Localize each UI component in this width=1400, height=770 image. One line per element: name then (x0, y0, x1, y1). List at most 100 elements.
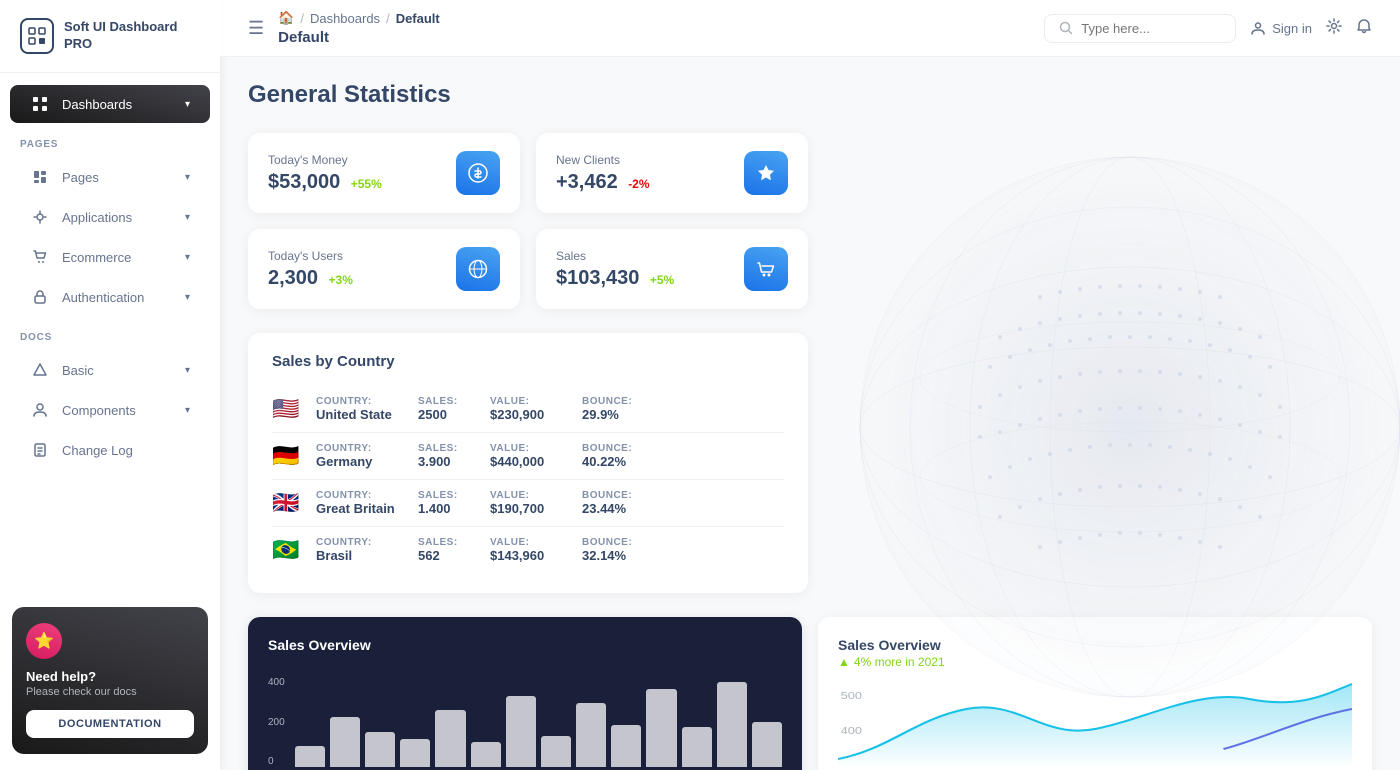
stat-value-users: 2,300 (268, 267, 318, 289)
sidebar-item-ecommerce[interactable]: Ecommerce ▾ (10, 238, 210, 276)
main-area: ☰ 🏠 / Dashboards / Default Default (220, 0, 1400, 770)
stat-badge-clients: -2% (628, 177, 649, 191)
country-row-br: 🇧🇷 Country: Brasil Sales: 562 Value: $14… (272, 527, 784, 573)
sales-by-country-card: Sales by Country 🇺🇸 Country: United Stat… (248, 333, 808, 593)
stat-badge-money: +55% (351, 177, 382, 191)
value-col-br: Value: $143,960 (490, 537, 570, 563)
home-icon[interactable]: 🏠 (278, 10, 294, 26)
user-icon (1250, 20, 1266, 36)
changelog-icon (30, 440, 50, 460)
help-subtitle: Please check our docs (26, 686, 194, 698)
country-row-gb: 🇬🇧 Country: Great Britain Sales: 1.400 V… (272, 480, 784, 527)
chevron-down-icon: ▾ (185, 292, 190, 303)
breadcrumb-separator-2: / (386, 11, 390, 26)
bounce-col-br: Bounce: 32.14% (582, 537, 642, 563)
svg-text:500: 500 (841, 691, 862, 701)
bar-item (682, 727, 712, 767)
sales-value-br: 562 (418, 548, 478, 563)
stat-icon-money (456, 151, 500, 195)
breadcrumb-dashboards[interactable]: Dashboards (310, 11, 380, 26)
stat-icon-clients (744, 151, 788, 195)
flag-de: 🇩🇪 (272, 443, 304, 469)
sidebar-item-changelog[interactable]: Change Log (10, 431, 210, 469)
sidebar: Soft UI Dashboard PRO Dashboards ▾ PAGES (0, 0, 220, 770)
line-chart-subtitle-text: 4% more in 2021 (854, 655, 945, 669)
flag-br: 🇧🇷 (272, 537, 304, 563)
value-amount-us: $230,900 (490, 407, 570, 422)
stat-value-row-sales: $103,430 +5% (556, 267, 674, 290)
sales-col-br: Sales: 562 (418, 537, 478, 563)
bar-item (330, 717, 360, 767)
value-amount-gb: $190,700 (490, 501, 570, 516)
chevron-down-icon: ▾ (185, 252, 190, 263)
chevron-down-icon: ▾ (185, 365, 190, 376)
signin-button[interactable]: Sign in (1250, 20, 1312, 36)
sidebar-item-pages[interactable]: Pages ▾ (10, 158, 210, 196)
search-icon (1059, 21, 1073, 35)
bounce-value-us: 29.9% (582, 407, 642, 422)
stat-card-sales: Sales $103,430 +5% (536, 229, 808, 309)
country-col-label: Country: (316, 396, 406, 407)
value-col-de: Value: $440,000 (490, 443, 570, 469)
stats-grid: Today's Money $53,000 +55% New Clients (248, 133, 808, 309)
stat-value-row-users: 2,300 +3% (268, 267, 353, 290)
sales-col-de: Sales: 3.900 (418, 443, 478, 469)
menu-toggle-button[interactable]: ☰ (248, 18, 264, 39)
stat-label-clients: New Clients (556, 153, 650, 167)
stat-label-users: Today's Users (268, 249, 353, 263)
authentication-icon (30, 287, 50, 307)
country-name-br: Brasil (316, 548, 406, 563)
help-star-icon: ⭐ (26, 623, 62, 659)
bar-item (717, 682, 747, 767)
settings-icon[interactable] (1326, 18, 1342, 39)
y-label-0: 0 (268, 756, 285, 767)
page-title: General Statistics (248, 81, 1372, 109)
country-name-us: United State (316, 407, 406, 422)
breadcrumb: 🏠 / Dashboards / Default Default (278, 10, 440, 46)
sidebar-nav: Dashboards ▾ PAGES Pages ▾ (0, 73, 220, 591)
stat-card-money: Today's Money $53,000 +55% (248, 133, 520, 213)
stat-value-clients: +3,462 (556, 171, 618, 193)
bounce-col-label: Bounce: (582, 396, 642, 407)
documentation-button[interactable]: DOCUMENTATION (26, 710, 194, 738)
stat-badge-sales: +5% (650, 273, 674, 287)
sidebar-item-dashboards[interactable]: Dashboards ▾ (10, 85, 210, 123)
bar-item (541, 736, 571, 767)
dashboards-label: Dashboards (62, 97, 132, 112)
sidebar-item-basic[interactable]: Basic ▾ (10, 351, 210, 389)
sidebar-item-applications[interactable]: Applications ▾ (10, 198, 210, 236)
sidebar-item-components[interactable]: Components ▾ (10, 391, 210, 429)
line-chart-card: Sales Overview ▲ 4% more in 2021 (818, 617, 1372, 770)
dashboards-icon (30, 94, 50, 114)
chevron-down-icon: ▾ (185, 172, 190, 183)
authentication-label: Authentication (62, 290, 144, 305)
content-area: General Statistics Today's Money $53,000… (220, 57, 1400, 770)
country-name-de: Germany (316, 454, 406, 469)
app-name: Soft UI Dashboard PRO (64, 19, 200, 53)
components-icon (30, 400, 50, 420)
breadcrumb-separator: / (300, 11, 304, 26)
bar-item (435, 710, 465, 767)
bar-item (365, 732, 395, 767)
chevron-down-icon: ▾ (185, 405, 190, 416)
applications-label: Applications (62, 210, 132, 225)
bar-item (295, 746, 325, 767)
bar-item (576, 703, 606, 767)
breadcrumb-trail: 🏠 / Dashboards / Default (278, 10, 440, 26)
help-title: Need help? (26, 669, 194, 684)
stat-info-users: Today's Users 2,300 +3% (268, 249, 353, 290)
search-input[interactable] (1081, 21, 1221, 36)
sidebar-item-authentication[interactable]: Authentication ▾ (10, 278, 210, 316)
logo-area: Soft UI Dashboard PRO (0, 0, 220, 73)
country-col-de: Country: Germany (316, 443, 406, 469)
search-box[interactable] (1044, 14, 1236, 43)
header: ☰ 🏠 / Dashboards / Default Default (220, 0, 1400, 57)
line-chart-svg: 500 400 (838, 679, 1352, 769)
pages-label: Pages (62, 170, 99, 185)
changelog-label: Change Log (62, 443, 133, 458)
notifications-icon[interactable] (1356, 18, 1372, 39)
bar-chart-card: Sales Overview 400 200 0 (248, 617, 802, 770)
help-box: ⭐ Need help? Please check our docs DOCUM… (12, 607, 208, 754)
stat-value-money: $53,000 (268, 171, 340, 193)
page-breadcrumb-title: Default (278, 29, 440, 46)
